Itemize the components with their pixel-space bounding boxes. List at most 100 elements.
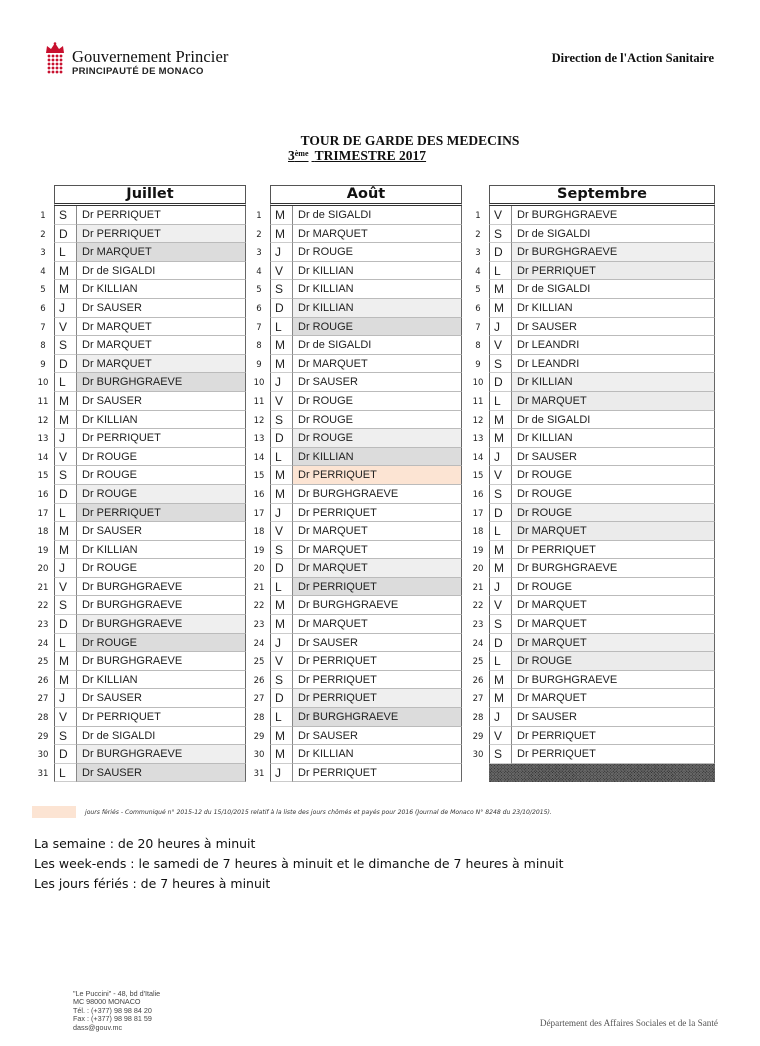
day-of-week: J — [489, 708, 511, 727]
day-row: 19 M Dr KILLIAN — [32, 540, 246, 560]
day-number: 26 — [37, 675, 49, 686]
doctor-on-call: Dr MARQUET — [511, 615, 715, 634]
doctor-on-call: Dr ROUGE — [511, 652, 715, 671]
day-row: 5 M Dr KILLIAN — [32, 280, 246, 299]
day-row: 13 D Dr ROUGE — [248, 429, 462, 448]
day-row: 10 L Dr BURGHGRAEVE — [32, 373, 246, 392]
doctor-on-call: Dr PERRIQUET — [76, 206, 246, 225]
month-header: Août — [270, 185, 462, 206]
doctor-on-call: Dr ROUGE — [292, 429, 462, 448]
day-number: 15 — [253, 471, 265, 482]
doctor-on-call: Dr MARQUET — [76, 243, 246, 262]
day-row: 28 J Dr SAUSER — [467, 708, 715, 727]
day-number: 17 — [472, 508, 484, 519]
day-row: 2 S Dr de SIGALDI — [467, 224, 715, 244]
day-row: 29 M Dr SAUSER — [248, 726, 462, 746]
day-number: 12 — [253, 415, 265, 426]
doctor-on-call: Dr KILLIAN — [511, 373, 715, 392]
footer-department: Département des Affaires Sociales et de … — [539, 1018, 718, 1028]
day-number: 5 — [256, 285, 262, 296]
doctor-on-call: Dr PERRIQUET — [292, 503, 462, 523]
doctor-on-call: Dr PERRIQUET — [76, 503, 246, 523]
day-of-week: S — [54, 206, 76, 225]
day-number: 3 — [40, 248, 46, 259]
day-number: 24 — [37, 638, 49, 649]
day-number: 25 — [253, 657, 265, 668]
day-of-week: D — [270, 298, 292, 318]
day-of-week: S — [270, 670, 292, 690]
day-of-week: M — [270, 484, 292, 504]
day-of-week: D — [270, 559, 292, 578]
day-of-week: V — [489, 596, 511, 616]
day-row: 25 V Dr PERRIQUET — [248, 652, 462, 671]
day-number: 13 — [253, 434, 265, 445]
day-of-week: J — [54, 298, 76, 318]
day-row: 16 S Dr ROUGE — [467, 484, 715, 504]
day-number: 7 — [475, 322, 481, 333]
crown-shield-icon — [44, 42, 66, 76]
day-of-week: D — [270, 429, 292, 448]
doctor-on-call: Dr BURGHGRAEVE — [76, 652, 246, 671]
day-number: 22 — [472, 601, 484, 612]
day-number: 23 — [253, 620, 265, 631]
day-of-week: M — [270, 466, 292, 485]
month-header: Septembre — [489, 185, 715, 206]
blocked-cell — [489, 763, 715, 782]
legend-text: jours fériés - Communiqué n° 2015-12 du … — [85, 808, 552, 816]
day-number: 11 — [253, 396, 265, 407]
day-row: 23 D Dr BURGHGRAEVE — [32, 615, 246, 634]
day-number: 9 — [40, 359, 46, 370]
day-of-week: V — [270, 652, 292, 671]
day-of-week: S — [489, 224, 511, 244]
day-row: 18 M Dr SAUSER — [32, 522, 246, 541]
day-number: 19 — [37, 545, 49, 556]
day-number: 10 — [253, 378, 265, 389]
day-number: 22 — [37, 601, 49, 612]
day-number: 8 — [40, 341, 46, 352]
day-of-week: L — [489, 391, 511, 411]
doctor-on-call: Dr PERRIQUET — [292, 670, 462, 690]
doctor-on-call: Dr MARQUET — [511, 689, 715, 709]
day-row: 19 M Dr PERRIQUET — [467, 540, 715, 560]
day-of-week: V — [270, 261, 292, 281]
day-of-week: L — [270, 577, 292, 597]
day-row: 11 L Dr MARQUET — [467, 391, 715, 411]
day-row: 30 S Dr PERRIQUET — [467, 745, 715, 764]
day-number: 2 — [256, 229, 262, 240]
day-row: 13 J Dr PERRIQUET — [32, 429, 246, 448]
month-table-juillet: Juillet 1 S Dr PERRIQUET 2 D Dr PERRIQUET 3 L Dr … — [32, 185, 246, 783]
day-row: 24 J Dr SAUSER — [248, 633, 462, 653]
doctor-on-call: Dr PERRIQUET — [511, 261, 715, 281]
day-number: 28 — [472, 713, 484, 724]
day-row: 12 S Dr ROUGE — [248, 410, 462, 430]
day-number: 16 — [253, 489, 265, 500]
doctor-on-call: Dr ROUGE — [511, 466, 715, 485]
day-row: 25 M Dr BURGHGRAEVE — [32, 652, 246, 671]
day-row: 4 L Dr PERRIQUET — [467, 261, 715, 281]
doctor-on-call: Dr PERRIQUET — [292, 577, 462, 597]
doctor-on-call: Dr PERRIQUET — [511, 745, 715, 764]
day-number: 28 — [37, 713, 49, 724]
day-row: 30 D Dr BURGHGRAEVE — [32, 745, 246, 764]
day-row: 29 V Dr PERRIQUET — [467, 726, 715, 746]
doctor-on-call: Dr MARQUET — [76, 336, 246, 355]
doctor-on-call: Dr MARQUET — [511, 391, 715, 411]
day-row: 17 D Dr ROUGE — [467, 503, 715, 523]
address-email: dass@gouv.mc — [73, 1022, 123, 1032]
day-number: 6 — [475, 303, 481, 314]
day-row: 21 L Dr PERRIQUET — [248, 577, 462, 597]
day-row: 17 J Dr PERRIQUET — [248, 503, 462, 523]
doctor-on-call: Dr ROUGE — [292, 410, 462, 430]
day-of-week: J — [54, 429, 76, 448]
day-row: 21 J Dr ROUGE — [467, 577, 715, 597]
logo-subtitle: PRINCIPAUTÉ DE MONACO — [72, 66, 204, 77]
day-row: 19 S Dr MARQUET — [248, 540, 462, 560]
day-of-week: J — [270, 373, 292, 392]
crown-icon — [46, 42, 64, 53]
day-row: 23 M Dr MARQUET — [248, 615, 462, 634]
doctor-on-call: Dr ROUGE — [76, 559, 246, 578]
day-of-week: M — [54, 670, 76, 690]
day-of-week: M — [489, 559, 511, 578]
doctor-on-call: Dr KILLIAN — [76, 410, 246, 430]
doctor-on-call: Dr de SIGALDI — [76, 261, 246, 281]
